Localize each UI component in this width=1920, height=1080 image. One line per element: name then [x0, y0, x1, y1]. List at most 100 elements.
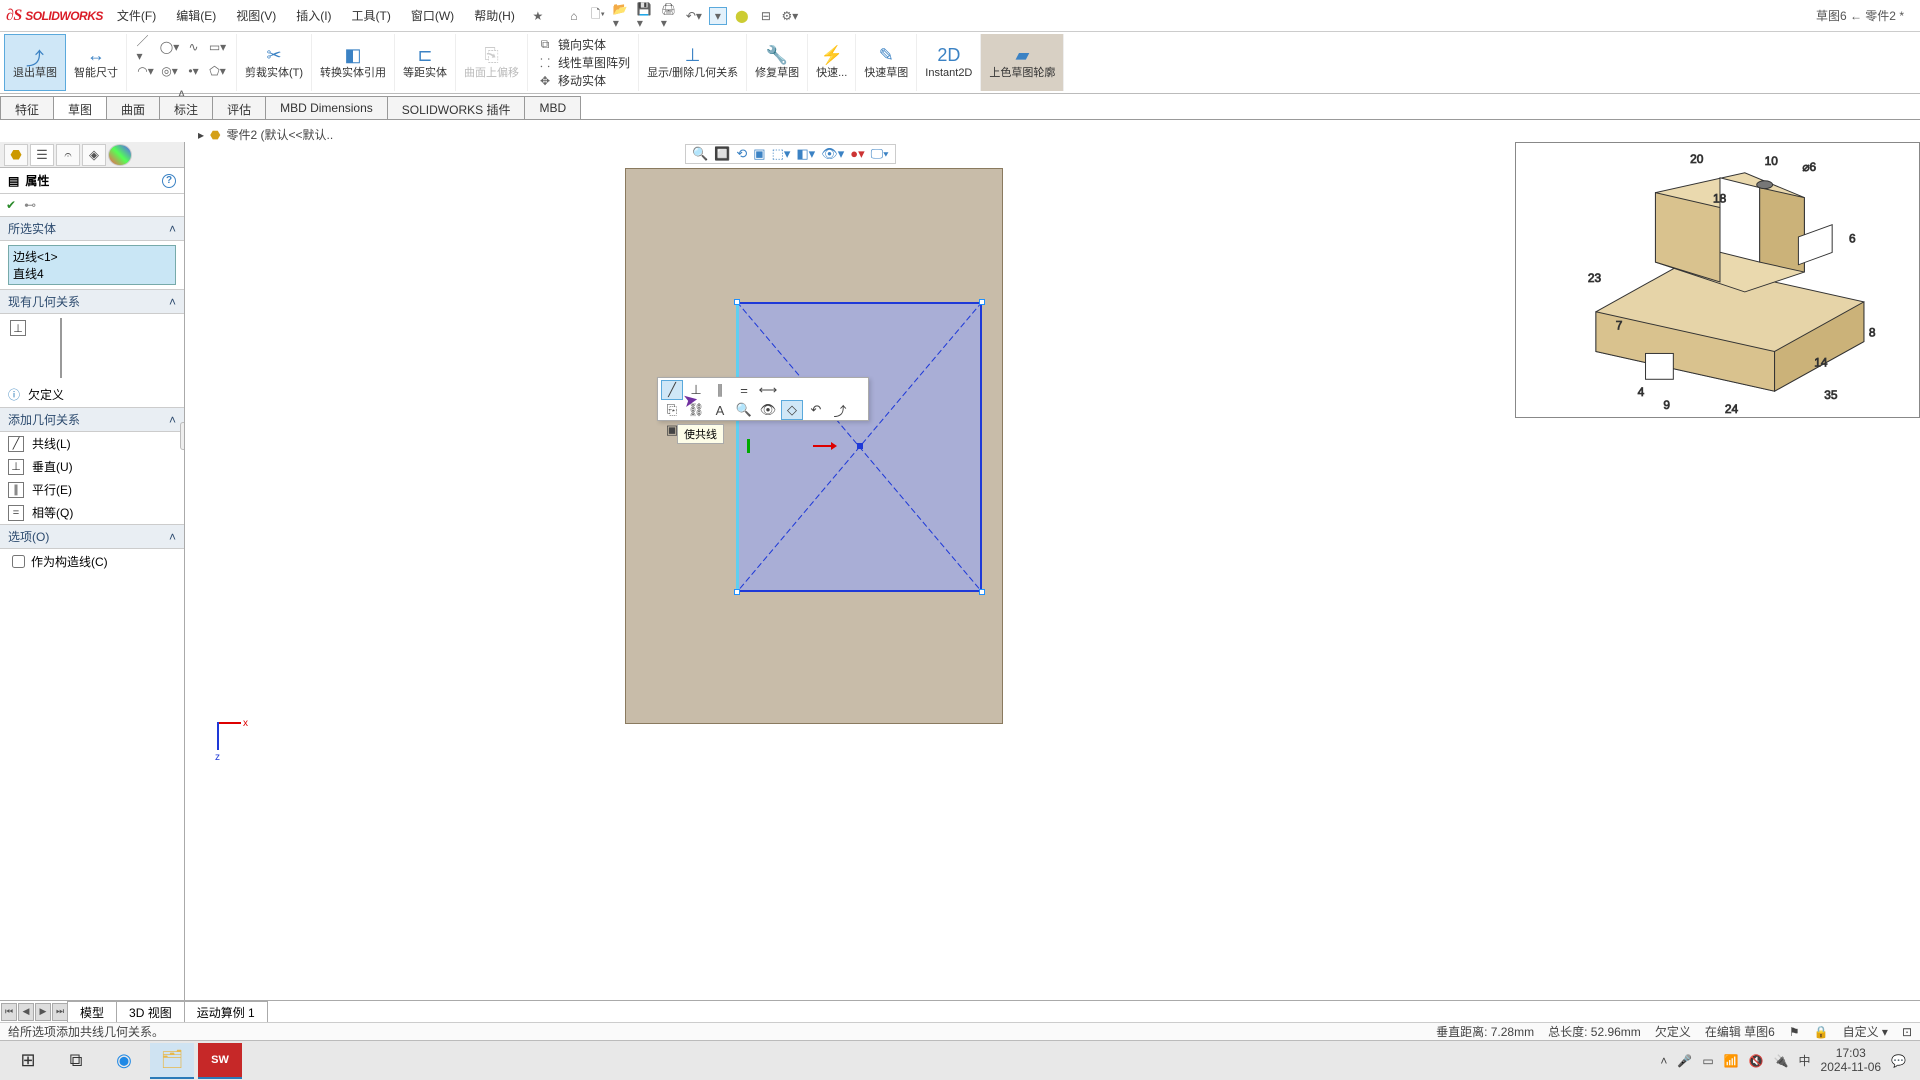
ctx-fix-button[interactable]: ◇	[781, 400, 803, 420]
scene-icon[interactable]: 🖵▾	[871, 146, 889, 162]
menu-help[interactable]: 帮助(H)	[468, 5, 521, 26]
selected-edge[interactable]	[736, 302, 739, 592]
ribbon-shaded-contour[interactable]: ▰上色草图轮廓	[981, 34, 1064, 91]
tab-nav-next[interactable]: ▶	[35, 1003, 51, 1021]
tab-nav-first[interactable]: ⏮	[1, 1003, 17, 1021]
ribbon-curve-offset[interactable]: ⎘曲面上偏移	[456, 34, 528, 91]
ctx-equal-button[interactable]: =	[733, 380, 755, 400]
vertex-handle[interactable]	[979, 589, 985, 595]
menu-insert[interactable]: 插入(I)	[290, 5, 337, 26]
ctx-hide-button[interactable]: 👁	[757, 400, 779, 420]
section-selected[interactable]: 所选实体˄	[0, 216, 184, 241]
ribbon-show-relations[interactable]: ⊥显示/删除几何关系	[639, 34, 747, 91]
pin-icon[interactable]: ⊷	[24, 198, 36, 212]
ctx-undo-button[interactable]: ↶	[805, 400, 827, 420]
section-add-relations[interactable]: 添加几何关系˄	[0, 407, 184, 432]
panel-tab-feature-tree[interactable]: ⬣	[4, 144, 28, 166]
vertex-handle[interactable]	[979, 299, 985, 305]
ribbon-convert[interactable]: ◧转换实体引用	[312, 34, 395, 91]
help-icon[interactable]: ?	[162, 174, 176, 188]
tray-expand-icon[interactable]: ˄	[1660, 1054, 1667, 1068]
section-existing-relations[interactable]: 现有几何关系˄	[0, 289, 184, 314]
status-lock-icon[interactable]: 🔒	[1814, 1025, 1829, 1039]
select-icon[interactable]: ▾	[709, 7, 727, 25]
ribbon-quick[interactable]: ⚡快速...	[808, 34, 856, 91]
pattern-icon[interactable]: ⸬	[536, 54, 554, 72]
ribbon-exit-sketch[interactable]: ⤴退出草图	[4, 34, 66, 91]
tray-meet-icon[interactable]: ▭	[1702, 1054, 1713, 1068]
move-icon[interactable]: ✥	[536, 72, 554, 90]
panel-tab-display[interactable]: ◈	[82, 144, 106, 166]
panel-tab-property[interactable]: ☰	[30, 144, 54, 166]
panel-tab-config[interactable]: 𝄐	[56, 144, 80, 166]
ribbon-instant2d[interactable]: 2DInstant2D	[917, 34, 981, 91]
menu-window[interactable]: 窗口(W)	[405, 5, 460, 26]
list-item[interactable]: 直线4	[13, 265, 171, 282]
ribbon-repair[interactable]: 🔧修复草图	[747, 34, 808, 91]
vertex-handle[interactable]	[734, 589, 740, 595]
menu-file[interactable]: 文件(F)	[111, 5, 162, 26]
new-icon[interactable]: 🗋▾	[589, 7, 607, 25]
ellipse-icon[interactable]: ◎▾	[161, 62, 179, 80]
relation-collinear[interactable]: ╱共线(L)	[0, 432, 184, 455]
open-icon[interactable]: 📂▾	[613, 7, 631, 25]
appearance-icon[interactable]: ●▾	[850, 146, 864, 162]
relation-parallel[interactable]: ∥平行(E)	[0, 478, 184, 501]
tray-ime[interactable]: 中	[1799, 1052, 1811, 1069]
construction-line-checkbox[interactable]: 作为构造线(C)	[0, 549, 184, 574]
poly-icon[interactable]: ⬠▾	[209, 62, 227, 80]
save-icon[interactable]: 💾▾	[637, 7, 655, 25]
ctx-text-button[interactable]: A	[709, 400, 731, 420]
undo-icon[interactable]: ↶▾	[685, 7, 703, 25]
ctx-zoom-button[interactable]: 🔍	[733, 400, 755, 420]
print-icon[interactable]: 🖨▾	[661, 7, 679, 25]
zoom-fit-icon[interactable]: 🔍	[692, 146, 708, 162]
taskbar-explorer[interactable]: 🗂	[150, 1043, 194, 1079]
tray-volume-icon[interactable]: 🔇	[1749, 1054, 1764, 1068]
tab-annotate[interactable]: 标注	[159, 96, 213, 119]
tab-sketch[interactable]: 草图	[53, 96, 107, 119]
ribbon-rapid-sketch[interactable]: ✎快速草图	[856, 34, 917, 91]
graphics-area[interactable]: 🔍 🔲 ⟲ ▣ ⬚▾ ◧▾ 👁▾ ●▾ 🖵▾ ╱ ⊥ ∥ = ⟷ ⎘ ⛓ A 🔍…	[185, 142, 1920, 1000]
tab-evaluate[interactable]: 评估	[212, 96, 266, 119]
ctx-construction-button[interactable]: ⎘	[661, 400, 683, 420]
tray-power-icon[interactable]: 🔌	[1774, 1054, 1789, 1068]
star-icon[interactable]: ★	[529, 7, 547, 25]
hide-show-icon[interactable]: 👁▾	[821, 146, 844, 162]
ctx-parallel-button[interactable]: ∥	[709, 380, 731, 400]
ctx-exit-button[interactable]: ⤴	[829, 400, 851, 420]
circle-icon[interactable]: ◯▾	[161, 38, 179, 56]
ribbon-offset[interactable]: ⊏等距实体	[395, 34, 456, 91]
home-icon[interactable]: ⌂	[565, 7, 583, 25]
ribbon-sketch-tools[interactable]: ／▾ ◯▾ ∿ ▭▾ ◠▾ ◎▾ •▾ ⬠▾ A	[127, 34, 237, 91]
arc-icon[interactable]: ◠▾	[137, 62, 155, 80]
status-custom[interactable]: 自定义 ▾	[1843, 1023, 1888, 1040]
mirror-icon[interactable]: ⧉	[536, 36, 554, 54]
checkbox[interactable]	[12, 555, 25, 568]
tab-model[interactable]: 模型	[67, 1001, 117, 1023]
tab-3d-view[interactable]: 3D 视图	[116, 1001, 185, 1023]
section-options[interactable]: 选项(O)˄	[0, 524, 184, 549]
panel-tab-appearance[interactable]	[108, 144, 132, 166]
tab-plugins[interactable]: SOLIDWORKS 插件	[387, 96, 526, 119]
options-icon[interactable]: ⊟	[757, 7, 775, 25]
zoom-area-icon[interactable]: 🔲	[714, 146, 730, 162]
line-icon[interactable]: ／▾	[137, 38, 155, 56]
ok-icon[interactable]: ✔	[6, 198, 16, 212]
rect-icon[interactable]: ▭▾	[209, 38, 227, 56]
selected-entities-list[interactable]: 边线<1> 直线4	[8, 245, 176, 285]
center-point[interactable]	[857, 443, 863, 449]
breadcrumb-part[interactable]: 零件2 (默认<<默认..	[227, 126, 334, 143]
tray-clock[interactable]: 17:032024-11-06	[1821, 1047, 1882, 1073]
ctx-dimension-button[interactable]: ⟷	[757, 380, 779, 400]
tab-nav-last[interactable]: ⏭	[52, 1003, 68, 1021]
tray-notifications-icon[interactable]: 💬	[1891, 1054, 1906, 1068]
ribbon-trim[interactable]: ✂剪裁实体(T)	[237, 34, 312, 91]
prev-view-icon[interactable]: ⟲	[736, 146, 747, 162]
tray-wifi-icon[interactable]: 📶	[1724, 1054, 1739, 1068]
tab-mbd-dim[interactable]: MBD Dimensions	[265, 96, 388, 119]
status-flag-icon[interactable]: ⚑	[1789, 1025, 1800, 1039]
menu-view[interactable]: 视图(V)	[230, 5, 282, 26]
settings-icon[interactable]: ⚙▾	[781, 7, 799, 25]
menu-tools[interactable]: 工具(T)	[346, 5, 397, 26]
